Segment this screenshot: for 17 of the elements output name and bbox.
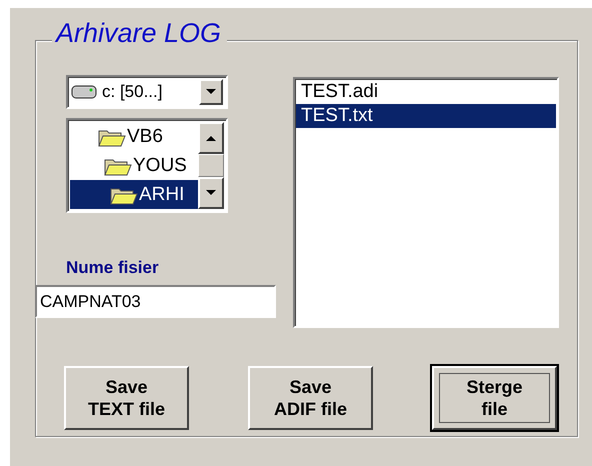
- action-button[interactable]: Sterge file: [432, 366, 557, 430]
- scroll-thumb[interactable]: [198, 154, 224, 178]
- scroll-down-icon[interactable]: [198, 177, 224, 209]
- drive-icon: [71, 85, 97, 99]
- filename-field[interactable]: CAMPNAT03: [35, 285, 276, 318]
- drive-dropdown[interactable]: c: [50...]: [66, 75, 228, 109]
- filename-label: Nume fisier: [66, 258, 160, 278]
- scroll-up-icon[interactable]: [198, 122, 224, 154]
- folder-item[interactable]: VB6: [70, 122, 198, 151]
- action-button[interactable]: Save ADIF file: [248, 366, 373, 430]
- folder-item[interactable]: YOUS: [70, 151, 198, 180]
- folder-list[interactable]: VB6 YOUS ARHI: [66, 118, 228, 213]
- file-item[interactable]: TEST.txt: [296, 104, 556, 128]
- file-list[interactable]: TEST.adi TEST.txt: [293, 77, 559, 328]
- folder-item[interactable]: ARHI: [70, 180, 198, 209]
- action-button[interactable]: Save TEXT file: [64, 366, 189, 430]
- drive-value: c: [50...]: [102, 82, 164, 102]
